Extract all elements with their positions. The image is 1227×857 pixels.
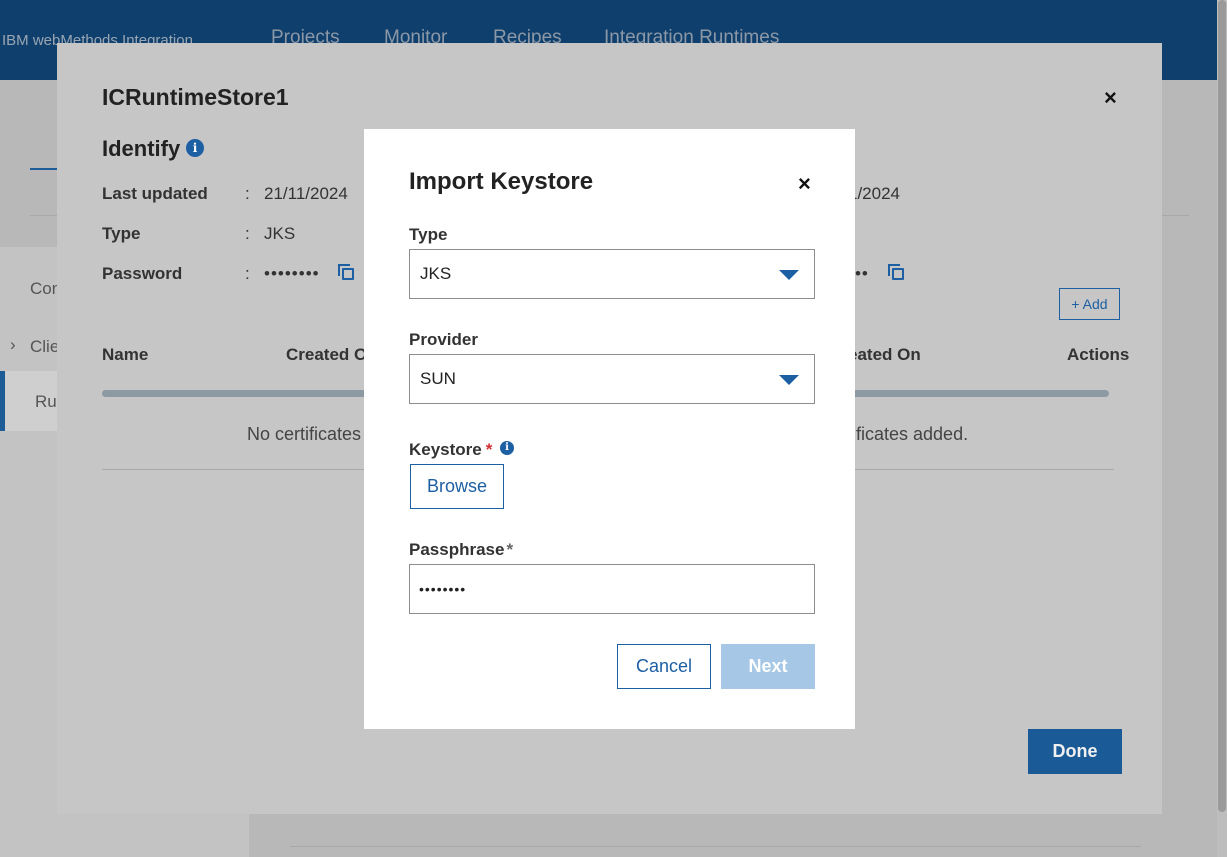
close-icon[interactable]: ×	[1104, 85, 1117, 111]
password-label: Password	[102, 264, 183, 283]
scrollbar-thumb[interactable]	[1218, 0, 1226, 812]
provider-select[interactable]: SUN	[409, 354, 815, 404]
chevron-down-icon	[779, 270, 799, 280]
colon: :	[245, 184, 250, 203]
chevron-down-icon	[779, 375, 799, 385]
type-select[interactable]: JKS	[409, 249, 815, 299]
empty-state-message: No certificates	[247, 424, 362, 444]
required-asterisk: *	[506, 540, 514, 559]
page-scrollbar[interactable]	[1217, 0, 1227, 857]
type-label: Type	[102, 224, 141, 243]
last-updated-value: 21/11/2024	[264, 184, 348, 203]
colon: :	[245, 264, 250, 283]
provider-field-label: Provider	[409, 330, 478, 349]
keystore-field-label: Keystore *	[409, 440, 492, 460]
passphrase-label-text: Passphrase	[409, 540, 505, 559]
password-value: ••••••••	[264, 264, 320, 283]
chevron-right-icon[interactable]: ›	[10, 335, 16, 355]
colon: :	[245, 224, 250, 243]
empty-state-message-right: ificates added.	[852, 424, 969, 444]
column-header-created-on: Created O	[286, 345, 368, 364]
column-header-name: Name	[102, 345, 149, 364]
required-asterisk: *	[485, 440, 493, 459]
passphrase-field-label: Passphrase *	[409, 540, 513, 560]
copy-icon[interactable]	[888, 264, 904, 280]
column-header-actions: Actions	[1067, 345, 1130, 364]
last-updated-label: Last updated	[102, 184, 208, 203]
type-field-label: Type	[409, 225, 448, 244]
modal-title: ICRuntimeStore1	[102, 84, 289, 110]
column-header-created-on-right: eated On	[848, 345, 921, 364]
sidebar-item-ru[interactable]: Ru	[35, 392, 57, 412]
type-select-value: JKS	[420, 264, 452, 283]
next-button[interactable]: Next	[721, 644, 815, 689]
copy-icon[interactable]	[338, 264, 354, 280]
browse-button[interactable]: Browse	[410, 464, 504, 509]
passphrase-input[interactable]: ••••••••	[409, 564, 815, 614]
cancel-button[interactable]: Cancel	[617, 644, 711, 689]
close-icon[interactable]: ×	[798, 171, 811, 197]
sidebar-item-clie[interactable]: Clie	[30, 337, 59, 357]
info-icon[interactable]: i	[186, 139, 204, 157]
provider-select-value: SUN	[420, 369, 456, 388]
keystore-label-text: Keystore	[409, 440, 482, 459]
background-tab-indicator	[30, 168, 58, 170]
add-certificate-button[interactable]: + Add	[1059, 288, 1120, 320]
last-updated-value-right: 1/2024	[848, 184, 900, 203]
done-button[interactable]: Done	[1028, 729, 1122, 774]
type-value: JKS	[264, 224, 296, 243]
identify-heading: Identify	[102, 136, 181, 161]
import-keystore-dialog: Import Keystore × Type JKS Provider SUN …	[364, 129, 855, 729]
background-divider-bottom	[290, 846, 1141, 847]
dialog-title: Import Keystore	[409, 168, 594, 195]
info-icon[interactable]: i	[500, 441, 514, 455]
